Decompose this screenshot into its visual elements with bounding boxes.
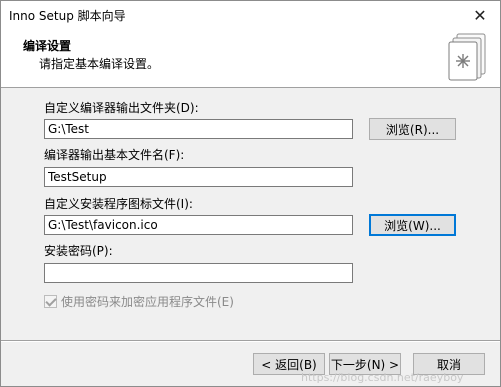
browse-output-folder-button[interactable]: 浏览(R)... [369, 118, 456, 140]
close-button[interactable]: ✕ [460, 1, 500, 29]
output-folder-input[interactable] [44, 119, 353, 139]
wizard-window: Inno Setup 脚本向导 ✕ 编译设置 请指定基本编译设置。 自定义编译器… [0, 0, 501, 387]
icon-file-input[interactable] [44, 215, 353, 235]
window-title: Inno Setup 脚本向导 [9, 9, 126, 23]
browse-icon-file-button[interactable]: 浏览(W)... [369, 214, 456, 236]
page-title: 编译设置 [23, 39, 72, 53]
footer-divider-highlight [1, 341, 500, 342]
encrypt-checkbox[interactable] [44, 295, 57, 308]
encrypt-option[interactable]: 使用密码来加密应用程序文件(E) [44, 293, 234, 310]
base-name-input[interactable] [44, 167, 353, 187]
close-icon: ✕ [473, 5, 487, 25]
icon-file-label: 自定义安装程序图标文件(I): [44, 197, 193, 211]
watermark-text: https://blog.csdn.net/raeyboy [301, 371, 464, 384]
password-label: 安装密码(P): [44, 244, 113, 258]
wizard-header: 编译设置 请指定基本编译设置。 [1, 29, 500, 88]
encrypt-label: 使用密码来加密应用程序文件(E) [61, 295, 234, 309]
password-input[interactable] [44, 263, 353, 283]
output-folder-label: 自定义编译器输出文件夹(D): [44, 101, 199, 115]
page-subtitle: 请指定基本编译设置。 [39, 57, 160, 71]
title-bar: Inno Setup 脚本向导 ✕ [1, 1, 500, 29]
wizard-logo-icon [448, 33, 486, 81]
base-name-label: 编译器输出基本文件名(F): [44, 148, 185, 162]
